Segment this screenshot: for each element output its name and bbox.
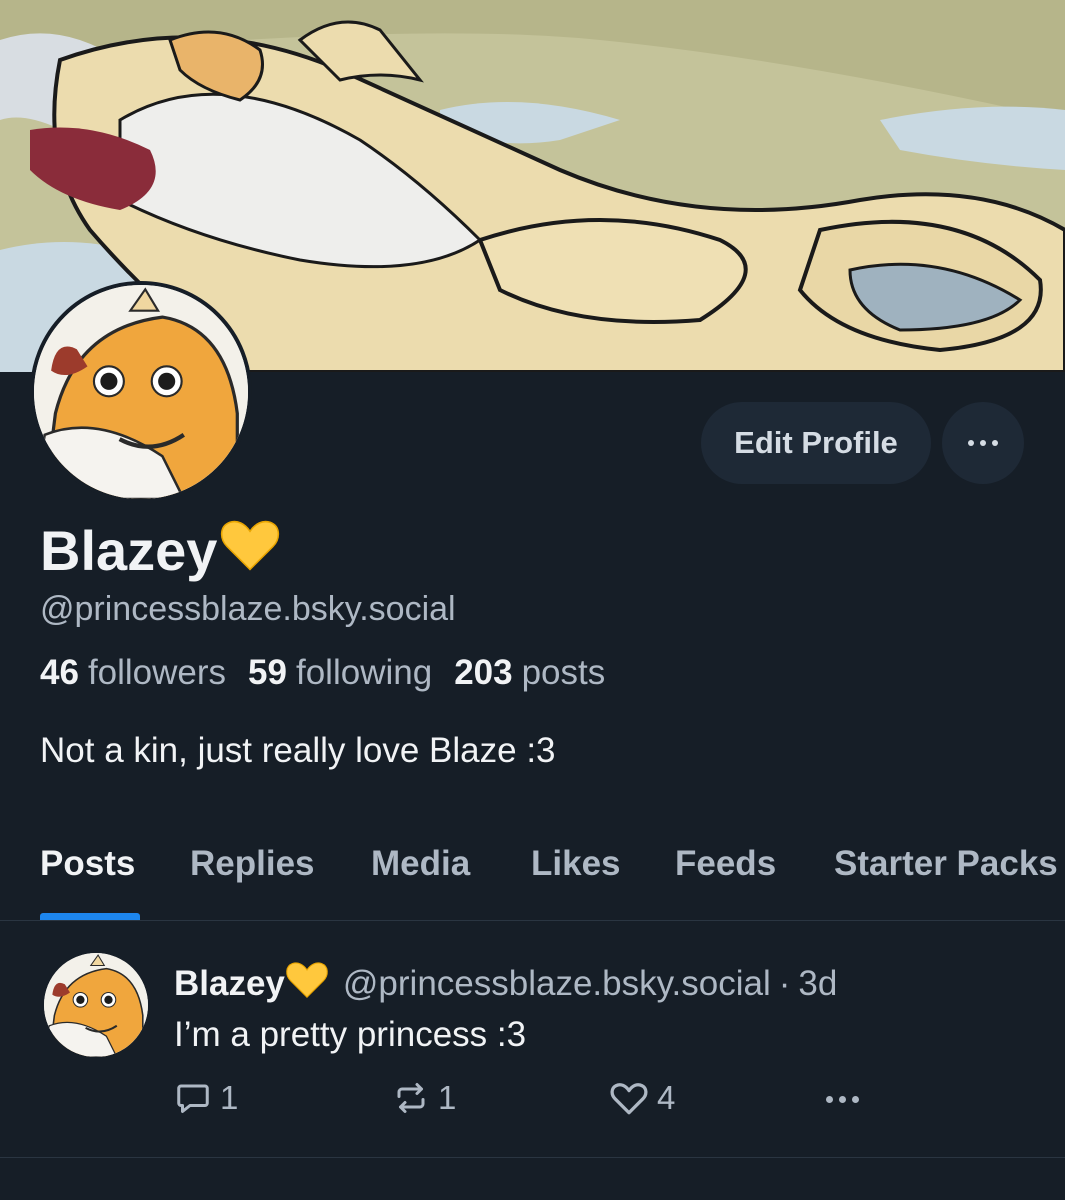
following-count: 59 <box>248 653 287 692</box>
tab-posts[interactable]: Posts <box>40 844 135 884</box>
tab-starter-packs[interactable]: Starter Packs <box>834 844 1058 884</box>
ellipsis-icon <box>826 1096 833 1103</box>
post-avatar-image <box>44 953 148 1057</box>
profile-handle: @princessblaze.bsky.social <box>40 590 456 628</box>
like-button[interactable]: 4 <box>609 1079 675 1117</box>
edit-profile-button[interactable]: Edit Profile <box>701 402 931 484</box>
profile-bio: Not a kin, just really love Blaze :3 <box>40 731 556 770</box>
followers-stat[interactable]: 46 followers <box>40 653 226 693</box>
like-count: 4 <box>657 1079 676 1116</box>
yellow-heart-icon <box>219 516 281 585</box>
tab-likes[interactable]: Likes <box>531 844 621 884</box>
post-timestamp[interactable]: 3d <box>798 964 837 1004</box>
post-header: Blazey @princessblaze.bsky.social · 3d <box>174 959 837 1008</box>
repost-count: 1 <box>438 1079 457 1116</box>
active-tab-indicator <box>40 913 140 920</box>
following-label: following <box>295 653 433 692</box>
posts-count: 203 <box>454 653 513 692</box>
posts-label: posts <box>521 653 606 692</box>
yellow-heart-icon <box>285 959 329 1008</box>
tab-replies[interactable]: Replies <box>190 844 315 884</box>
profile-more-button[interactable] <box>942 402 1024 484</box>
post-author-name[interactable]: Blazey <box>174 964 285 1004</box>
repost-button[interactable]: 1 <box>392 1079 456 1117</box>
reply-count: 1 <box>220 1079 239 1116</box>
post-more-button[interactable] <box>826 1096 859 1103</box>
heart-icon <box>610 1083 648 1115</box>
repost-icon <box>397 1083 425 1113</box>
tab-media[interactable]: Media <box>371 844 470 884</box>
display-name: Blazey <box>40 516 281 585</box>
ellipsis-icon <box>968 440 998 446</box>
tab-feeds[interactable]: Feeds <box>675 844 776 884</box>
post-avatar[interactable] <box>44 953 148 1057</box>
profile-avatar[interactable] <box>30 281 252 503</box>
posts-stat: 203 posts <box>454 653 605 693</box>
post-separator: · <box>778 963 791 1003</box>
profile-tabs: Posts Replies Media Likes Feeds Starter … <box>0 820 1065 921</box>
post-text: I’m a pretty princess :3 <box>174 1015 527 1054</box>
following-stat[interactable]: 59 following <box>248 653 432 693</box>
followers-label: followers <box>87 653 227 692</box>
post-item[interactable]: Blazey @princessblaze.bsky.social · 3d I… <box>0 921 1065 1158</box>
followers-count: 46 <box>40 653 79 692</box>
post-author-handle[interactable]: @princessblaze.bsky.social <box>343 964 771 1004</box>
reply-button[interactable]: 1 <box>174 1079 238 1117</box>
reply-icon <box>177 1084 209 1113</box>
avatar-image <box>34 285 248 499</box>
profile-stats: 46 followers 59 following 203 posts <box>40 653 605 693</box>
display-name-text: Blazey <box>40 519 218 582</box>
